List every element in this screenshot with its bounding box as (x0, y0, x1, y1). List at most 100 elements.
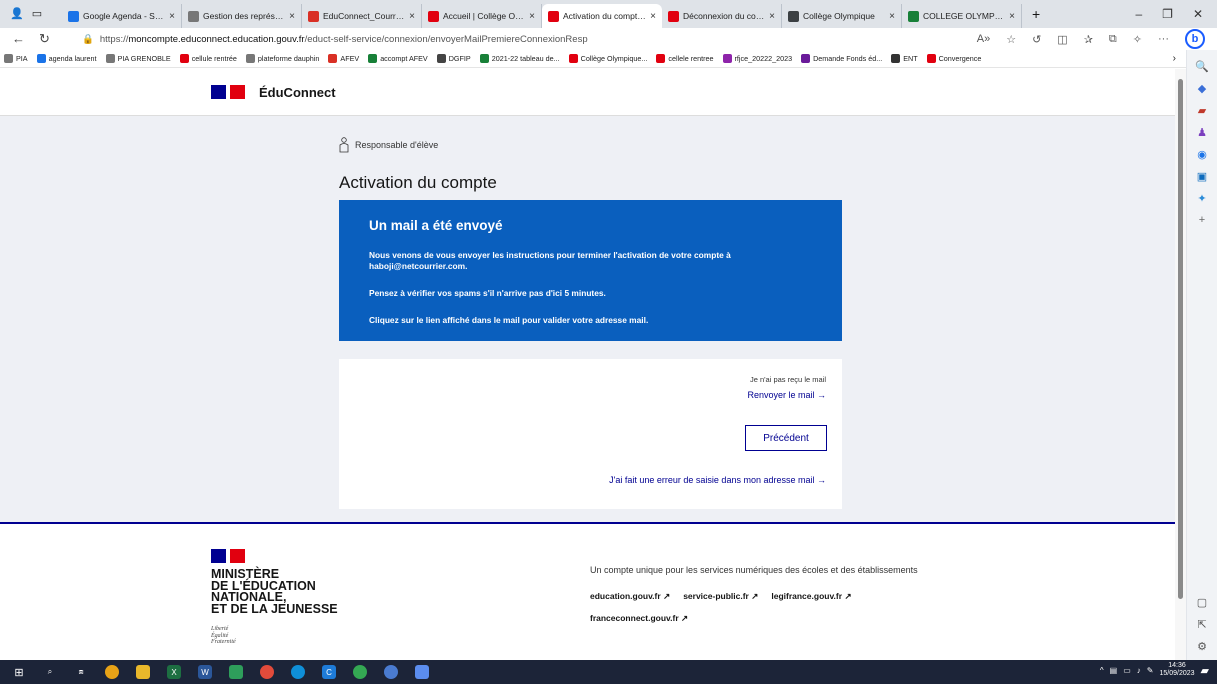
new-tab-button[interactable]: + (1022, 6, 1050, 22)
previous-button[interactable]: Précédent (745, 425, 827, 451)
tools-icon[interactable]: ◉ (1197, 148, 1207, 161)
chevron-up-icon[interactable]: ^ (1100, 666, 1104, 675)
bookmark-item[interactable]: AFEV (328, 54, 359, 63)
task-view-icon[interactable]: ⧈ (74, 665, 88, 679)
tab-close-icon[interactable]: × (529, 11, 535, 22)
games-icon[interactable]: ♟ (1197, 126, 1207, 139)
resend-mail-link[interactable]: Renvoyer le mail → (747, 390, 826, 400)
tab-close-icon[interactable]: × (289, 11, 295, 22)
bookmark-label: 2021-22 tableau de... (491, 54, 560, 63)
green-app-icon[interactable] (229, 665, 243, 679)
tab-close-icon[interactable]: × (169, 11, 175, 22)
browser-tab[interactable]: Gestion des représentants × (182, 4, 302, 28)
bookmark-item[interactable]: PIA GRENOBLE (105, 54, 171, 63)
wrong-email-link[interactable]: J'ai fait une erreur de saisie dans mon … (609, 475, 826, 485)
excel-icon[interactable]: X (167, 665, 181, 679)
bookmark-item[interactable]: Convergence (926, 54, 981, 63)
refresh-extension-icon[interactable]: ↺ (1032, 33, 1041, 46)
network-icon[interactable]: ▤ (1110, 666, 1118, 675)
footer-link-franceconnect[interactable]: franceconnect.gouv.fr ↗ (590, 613, 688, 624)
c-app-icon[interactable]: C (322, 665, 336, 679)
minimize-icon[interactable]: – (1135, 7, 1142, 21)
favorites-icon[interactable]: ✰ (1084, 33, 1093, 46)
diamond-icon[interactable]: ◆ (1198, 82, 1206, 95)
bing-copilot-icon[interactable]: b (1185, 29, 1205, 49)
outlook-icon[interactable]: ▣ (1197, 170, 1207, 183)
shopping-icon[interactable]: ▰ (1198, 104, 1206, 117)
bookmark-item[interactable]: DGFIP (436, 54, 471, 63)
bookmark-item[interactable]: Demande Fonds éd... (801, 54, 882, 63)
browser-tab[interactable]: COLLEGE OLYMPIQUE - Pl × (902, 4, 1022, 28)
extensions-icon[interactable]: ✧ (1133, 33, 1142, 46)
restore-icon[interactable]: ❐ (1162, 7, 1173, 21)
volume-icon[interactable]: ♪ (1137, 666, 1141, 675)
footer-link-label: legifrance.gouv.fr (771, 591, 843, 601)
word-icon[interactable]: W (198, 665, 212, 679)
bookmark-item[interactable]: rfjce_20222_2023 (722, 54, 792, 63)
windows-start-icon[interactable]: ⊞ (12, 665, 26, 679)
site-brand[interactable]: ÉduConnect (259, 85, 336, 100)
bookmark-item[interactable]: Collège Olympique... (568, 54, 647, 63)
mail-sent-alert: Un mail a été envoyé Nous venons de vous… (339, 200, 842, 341)
footer-link-legifrance[interactable]: legifrance.gouv.fr ↗ (771, 591, 851, 602)
search-icon[interactable]: 🔍 (1195, 60, 1209, 73)
chrome-icon[interactable] (105, 665, 119, 679)
tab-close-icon[interactable]: × (650, 11, 656, 22)
bookmark-item[interactable]: 2021-22 tableau de... (479, 54, 560, 63)
split-screen-icon[interactable]: ◫ (1057, 33, 1067, 46)
system-clock[interactable]: 14:36 15/09/2023 (1159, 662, 1194, 678)
footer-link-education[interactable]: education.gouv.fr ↗ (590, 591, 670, 602)
page-scrollbar[interactable] (1175, 69, 1186, 660)
browser-tab[interactable]: Activation du compte resp × (542, 4, 662, 28)
browser-tab[interactable]: EduConnect_CourrierResp× (302, 4, 422, 28)
tab-actions-icon[interactable]: ▭ (32, 8, 42, 20)
browser-tab[interactable]: Google Agenda - Semaine× (62, 4, 182, 28)
republic-flag-logo (211, 85, 245, 99)
display-icon[interactable]: ▭ (1123, 666, 1131, 675)
browser-tab[interactable]: Collège Olympique × (782, 4, 902, 28)
add-sidebar-icon[interactable]: + (1199, 214, 1205, 226)
notification-icon[interactable]: ▰ (1201, 664, 1209, 677)
edge-icon[interactable] (291, 665, 305, 679)
tab-close-icon[interactable]: × (1009, 11, 1015, 22)
refresh-icon[interactable]: ↻ (39, 31, 50, 47)
favorite-star-icon[interactable]: ☆ (1006, 33, 1016, 46)
bookmark-item[interactable]: cellule rentrée (179, 54, 237, 63)
file-explorer-icon[interactable] (136, 665, 150, 679)
edt-app-2-icon[interactable] (415, 665, 429, 679)
close-window-icon[interactable]: ✕ (1193, 7, 1203, 21)
browser-tab[interactable]: Accueil | Collège Olympique × (422, 4, 542, 28)
profile-icon[interactable]: 👤 (10, 8, 24, 20)
tab-close-icon[interactable]: × (409, 11, 415, 22)
url-field[interactable]: 🔒 https://moncompte.educonnect.education… (82, 34, 977, 45)
tab-close-icon[interactable]: × (769, 11, 775, 22)
ministry-name[interactable]: Ministère de l'Éducation nationale, et d… (211, 568, 338, 615)
back-icon[interactable]: ← (12, 31, 25, 47)
teams-icon[interactable] (353, 665, 367, 679)
bookmark-item[interactable]: cellele rentree (656, 54, 714, 63)
bookmarks-overflow-icon[interactable]: › (1173, 53, 1186, 64)
collections-icon[interactable]: ⧉ (1109, 33, 1117, 46)
designer-icon[interactable]: ✦ (1197, 192, 1206, 205)
browser-tab[interactable]: Déconnexion du compte × (662, 4, 782, 28)
paint-icon[interactable] (260, 665, 274, 679)
bookmark-item[interactable]: agenda laurent (36, 54, 97, 63)
bookmark-item[interactable]: ENT (891, 54, 918, 63)
edt-app-icon[interactable] (384, 665, 398, 679)
footer-links: education.gouv.fr ↗ service-public.fr ↗ … (590, 591, 950, 624)
bookmark-item[interactable]: plateforme dauphin (245, 54, 319, 63)
scrollbar-thumb[interactable] (1178, 79, 1183, 599)
more-menu-icon[interactable]: ··· (1158, 33, 1169, 45)
tab-close-icon[interactable]: × (889, 11, 895, 22)
bookmark-icon (479, 54, 489, 63)
bookmark-item[interactable]: accompt AFEV (368, 54, 428, 63)
tab-favicon-icon (68, 10, 79, 22)
settings-gear-icon[interactable]: ⚙ (1197, 640, 1207, 653)
sidebar-layout-icon[interactable]: ▢ (1197, 596, 1207, 609)
bookmark-item[interactable]: PIA (4, 54, 28, 63)
pen-icon[interactable]: ✎ (1147, 666, 1154, 675)
search-icon[interactable]: ⌕ (43, 665, 57, 679)
footer-link-service-public[interactable]: service-public.fr ↗ (683, 591, 758, 602)
read-aloud-icon[interactable]: A» (977, 33, 990, 45)
external-icon[interactable]: ⇱ (1197, 618, 1206, 631)
